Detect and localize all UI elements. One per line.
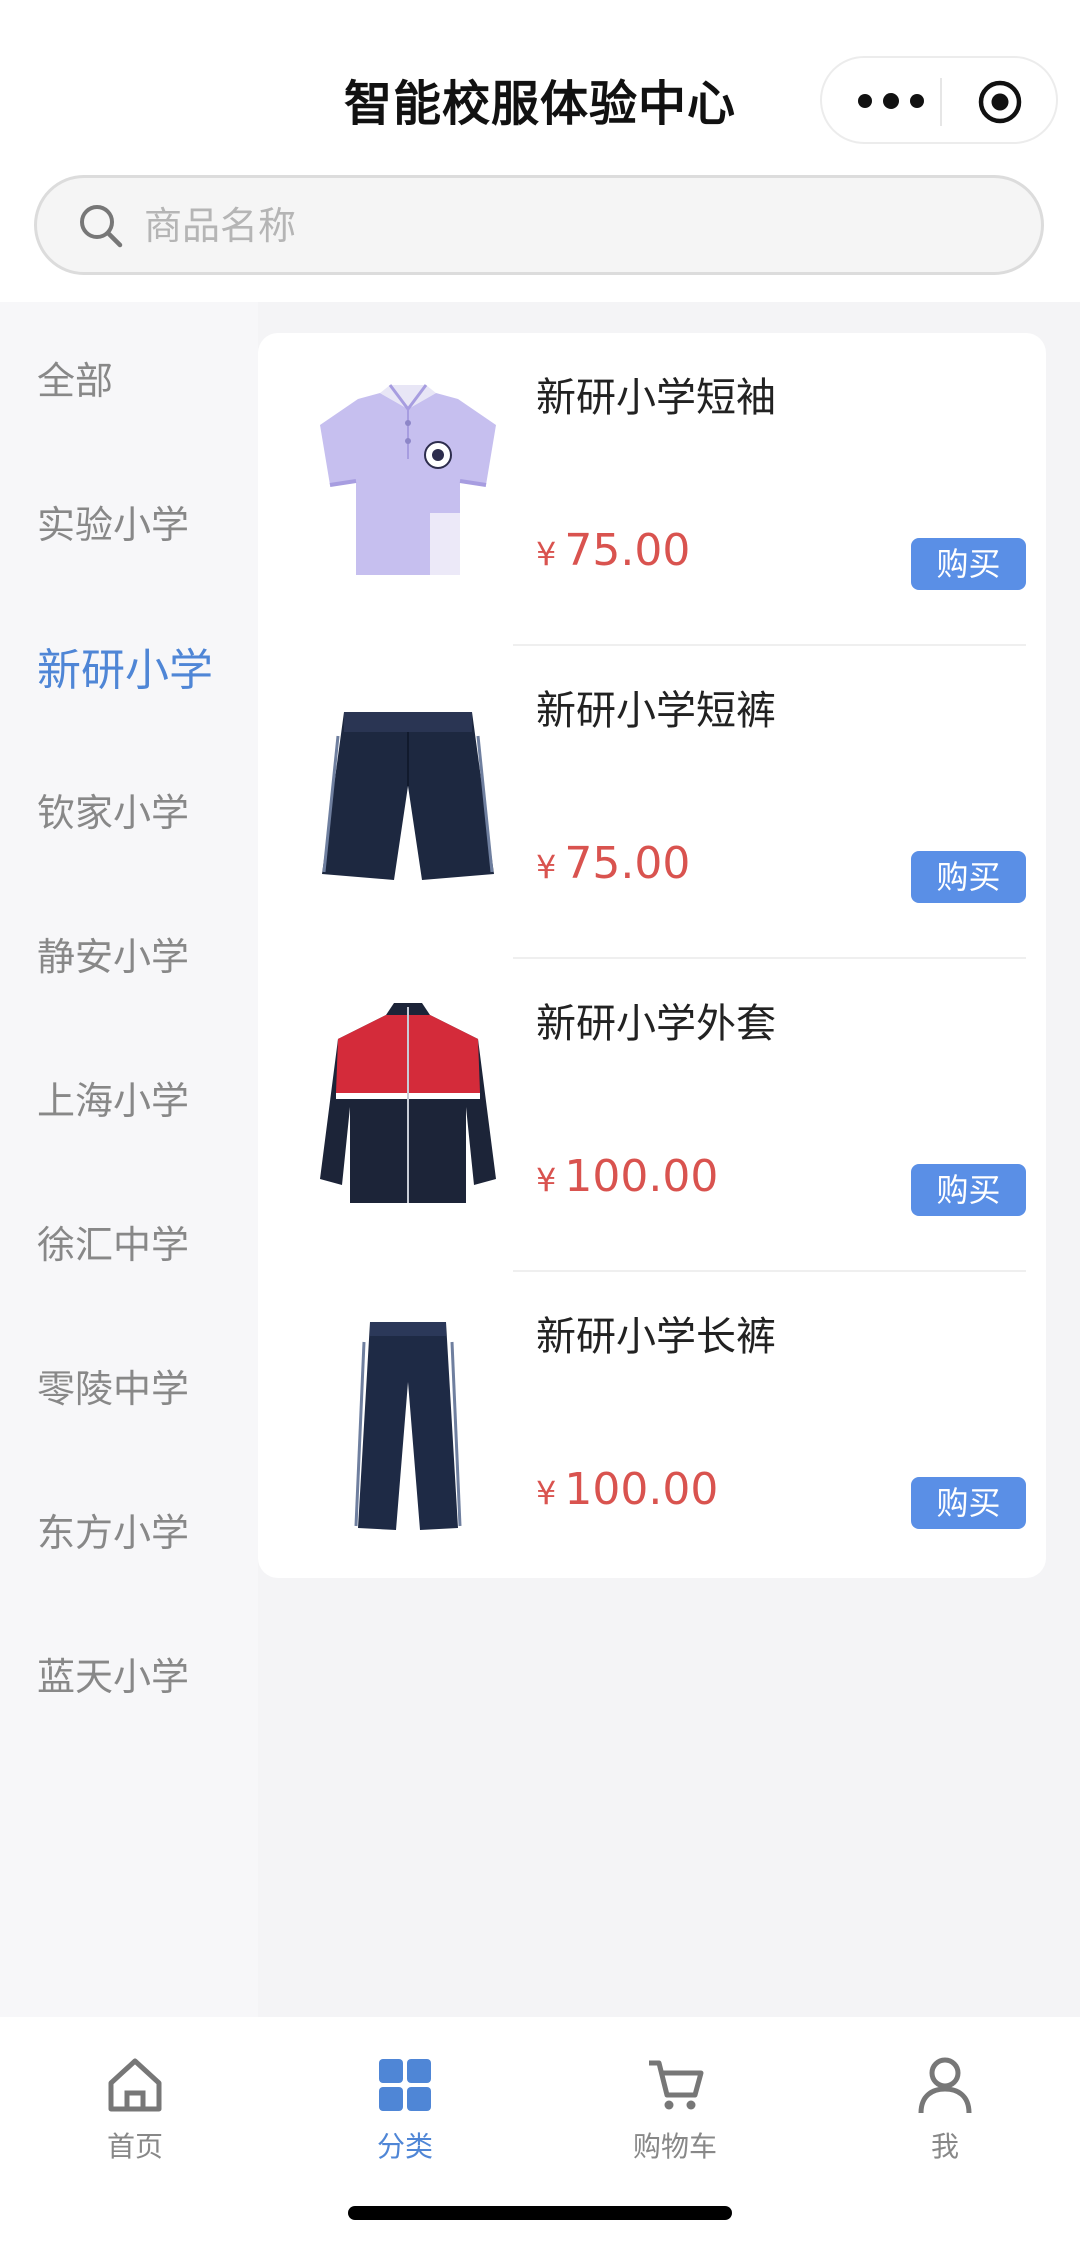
sidebar-item-xinyan[interactable]: 新研小学 xyxy=(37,634,213,698)
product-item[interactable]: 新研小学外套 ¥100.00 购买 xyxy=(258,959,1046,1272)
product-item[interactable]: 新研小学短袖 ¥75.00 购买 xyxy=(258,333,1046,646)
buy-button[interactable]: 购买 xyxy=(911,851,1026,903)
product-name: 新研小学长裤 xyxy=(536,1314,776,1360)
currency-symbol: ¥ xyxy=(536,535,557,573)
home-icon xyxy=(108,2058,162,2112)
user-icon xyxy=(918,2057,972,2114)
product-name: 新研小学外套 xyxy=(536,1001,776,1047)
mini-program-capsule xyxy=(820,56,1058,144)
jacket-image xyxy=(320,1003,496,1203)
sidebar-item-qinjia[interactable]: 钦家小学 xyxy=(37,782,189,837)
buy-button[interactable]: 购买 xyxy=(911,1477,1026,1529)
close-mini-program-icon[interactable] xyxy=(976,78,1024,126)
sidebar-item-lantian[interactable]: 蓝天小学 xyxy=(37,1646,189,1701)
search-icon xyxy=(80,205,123,248)
product-item[interactable]: 新研小学长裤 ¥100.00 购买 xyxy=(258,1272,1046,1585)
category-sidebar: 全部 实验小学 新研小学 钦家小学 静安小学 上海小学 徐汇中学 零陵中学 东方… xyxy=(0,302,258,2017)
home-indicator[interactable] xyxy=(348,2206,732,2220)
more-menu-icon[interactable] xyxy=(858,84,924,118)
product-item[interactable]: 新研小学短裤 ¥75.00 购买 xyxy=(258,646,1046,959)
currency-symbol: ¥ xyxy=(536,1474,557,1512)
product-list: 新研小学短袖 ¥75.00 购买 新研小学短裤 ¥75.00 购买 新研小学外套… xyxy=(258,333,1046,1578)
tab-category[interactable]: 分类 xyxy=(270,2037,540,2163)
product-name: 新研小学短裤 xyxy=(536,688,776,734)
currency-symbol: ¥ xyxy=(536,1161,557,1199)
sidebar-item-all[interactable]: 全部 xyxy=(37,350,113,405)
tab-cart[interactable]: 购物车 xyxy=(540,2037,810,2163)
category-grid-icon xyxy=(379,2059,431,2111)
currency-symbol: ¥ xyxy=(536,848,557,886)
price-value: 75.00 xyxy=(564,838,691,889)
sidebar-item-shanghai[interactable]: 上海小学 xyxy=(37,1070,189,1125)
tab-label: 购物车 xyxy=(632,2130,717,2163)
sidebar-item-shiyan[interactable]: 实验小学 xyxy=(37,494,189,549)
tab-home[interactable]: 首页 xyxy=(0,2037,270,2163)
tab-me[interactable]: 我 xyxy=(810,2037,1080,2163)
tab-label: 首页 xyxy=(106,2130,163,2163)
product-price: ¥75.00 xyxy=(536,525,690,576)
tab-label: 分类 xyxy=(376,2130,433,2163)
capsule-divider xyxy=(940,78,942,126)
search-bar[interactable] xyxy=(34,175,1044,275)
sidebar-item-jingan[interactable]: 静安小学 xyxy=(37,926,189,981)
product-price: ¥100.00 xyxy=(536,1464,718,1515)
trousers-image xyxy=(354,1322,462,1530)
search-input[interactable] xyxy=(142,194,1006,258)
top-nav-bar: 智能校服体验中心 xyxy=(0,0,1080,200)
page: 智能校服体验中心 全部 实验小学 新研小学 钦家小学 静安小学 上 xyxy=(0,0,1080,2247)
price-value: 100.00 xyxy=(564,1151,719,1202)
cart-icon xyxy=(649,2060,704,2110)
sidebar-item-lingling[interactable]: 零陵中学 xyxy=(37,1358,189,1413)
buy-button[interactable]: 购买 xyxy=(911,1164,1026,1216)
tab-label: 我 xyxy=(930,2130,959,2163)
product-price: ¥100.00 xyxy=(536,1151,718,1202)
shorts-image xyxy=(322,712,494,880)
price-value: 75.00 xyxy=(564,525,691,576)
sidebar-item-dongfang[interactable]: 东方小学 xyxy=(37,1502,189,1557)
buy-button[interactable]: 购买 xyxy=(911,538,1026,590)
product-name: 新研小学短袖 xyxy=(536,375,776,421)
polo-shirt-image xyxy=(320,384,496,575)
price-value: 100.00 xyxy=(564,1464,719,1515)
sidebar-item-xuhui[interactable]: 徐汇中学 xyxy=(37,1214,189,1269)
product-price: ¥75.00 xyxy=(536,838,690,889)
